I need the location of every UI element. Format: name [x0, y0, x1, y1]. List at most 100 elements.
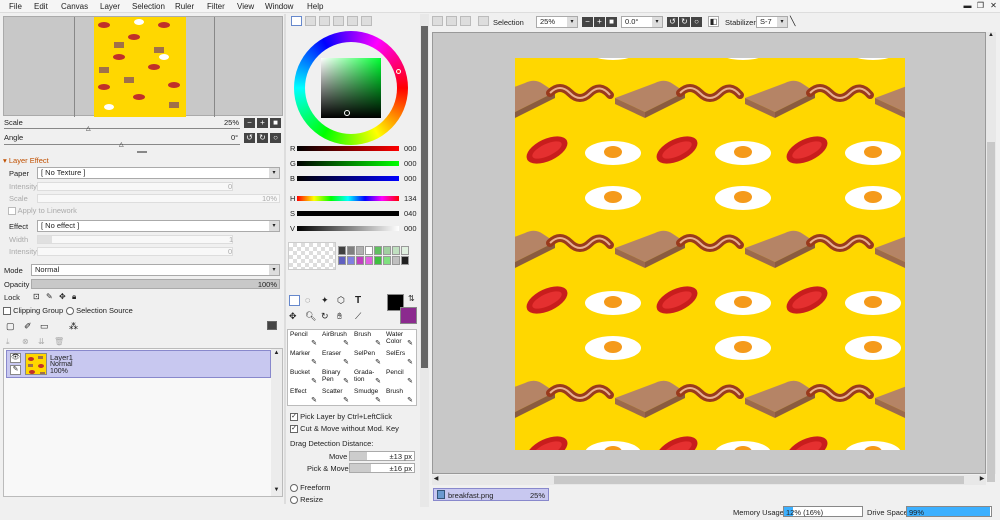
freeform-radio[interactable]: Freeform [290, 483, 331, 493]
tool-brush-button[interactable]: Brush ✎ [384, 387, 416, 406]
rotation-select[interactable]: 0.0° ▾ [621, 16, 663, 28]
color-swatch[interactable] [374, 246, 382, 255]
scroll-down-icon[interactable]: ▼ [272, 487, 281, 495]
layer-row[interactable]: 👁︎ ✎ Layer1 Normal 100% [6, 350, 271, 378]
menu-view[interactable]: View [237, 2, 254, 11]
rotate-right-button[interactable]: ↻ [257, 133, 268, 143]
document-tab[interactable]: breakfast.png 25% [433, 488, 549, 501]
h-slider[interactable] [297, 196, 399, 201]
s-slider[interactable] [297, 211, 399, 216]
color-swatch[interactable] [383, 246, 391, 255]
stabilizer-select[interactable]: S-7 ▾ [756, 16, 788, 28]
tool-binary-pen-button[interactable]: Binary Pen ✎ [320, 368, 352, 387]
pen-icon[interactable]: ✎ [10, 365, 21, 375]
move-tool-icon[interactable]: ✥ [289, 311, 297, 322]
new-layer-icon[interactable]: ▢ [6, 321, 15, 332]
clipping-group-checkbox[interactable]: Clipping Group [3, 306, 63, 316]
tool-marker-button[interactable]: Marker ✎ [288, 349, 320, 368]
hsv-slider-tab-icon[interactable] [319, 16, 330, 26]
new-folder-icon[interactable]: ▭ [40, 321, 49, 332]
color-select-icon[interactable]: ⬡ [337, 295, 345, 306]
toolbar-zoom-in-icon[interactable]: + [594, 17, 605, 27]
new-vector-layer-icon[interactable]: ✐ [24, 321, 32, 332]
color-swatch[interactable] [365, 256, 373, 265]
rgb-slider-tab-icon[interactable] [305, 16, 316, 26]
color-wheel-tab-icon[interactable] [291, 16, 302, 26]
paper-select[interactable]: [ No Texture ] ▾ [37, 167, 280, 179]
r-slider[interactable] [297, 146, 399, 151]
rotate-left-button[interactable]: ↺ [244, 133, 255, 143]
color-swatch[interactable] [401, 246, 409, 255]
tool-grada-tion-button[interactable]: Grada- tion ✎ [352, 368, 384, 387]
zoom-select[interactable]: 25% ▾ [536, 16, 578, 28]
intensity-slider[interactable] [37, 182, 233, 191]
intensity2-slider[interactable] [37, 247, 233, 256]
tool-effect-button[interactable]: Effect ✎ [288, 387, 320, 406]
rect-select-icon[interactable] [289, 295, 300, 306]
canvas-horizontal-scrollbar[interactable]: ◀ ▶ [432, 475, 986, 485]
merge-down-icon[interactable]: ⤓ [6, 337, 10, 347]
select-all-icon[interactable] [432, 16, 443, 26]
toolbar-rotate-right-icon[interactable]: ↻ [679, 17, 690, 27]
tool-smudge-button[interactable]: Smudge ✎ [352, 387, 384, 406]
delete-layer-icon[interactable]: 🗑︎ [54, 337, 64, 346]
scratchpad-tab-icon[interactable] [361, 16, 372, 26]
texture-scale-slider[interactable] [37, 194, 280, 203]
tool-eraser-button[interactable]: Eraser ✎ [320, 349, 352, 368]
canvas-scroll-left-icon[interactable]: ◀ [432, 475, 440, 485]
layer-effect-title[interactable]: ▾ Layer Effect [3, 156, 49, 165]
zoom-tool-icon[interactable]: 🔍︎ [305, 311, 316, 322]
tool-pencil-button[interactable]: Pencil ✎ [288, 330, 320, 349]
maximize-icon[interactable]: ❐ [975, 1, 986, 11]
color-swatch[interactable] [356, 246, 364, 255]
resize-radio[interactable]: Resize [290, 495, 323, 505]
lock-move-icon[interactable]: ✥ [59, 292, 66, 301]
menu-selection[interactable]: Selection [132, 2, 165, 11]
clear-layer-icon[interactable]: ⊗ [22, 337, 29, 346]
layer-settings-icon[interactable]: ⁂ [69, 321, 78, 332]
minimize-icon[interactable]: ▬ [962, 1, 973, 11]
apply-linework-checkbox[interactable]: Apply to Linework [8, 206, 77, 216]
tool-selers-button[interactable]: SelErs ✎ [384, 349, 416, 368]
background-color[interactable] [400, 307, 417, 324]
color-picker-cursor[interactable] [344, 110, 350, 116]
panel-splitter[interactable] [137, 151, 147, 153]
tool-airbrush-button[interactable]: AirBrush ✎ [320, 330, 352, 349]
color-palette-tab-icon[interactable] [347, 16, 358, 26]
text-tool-icon[interactable]: T [355, 295, 361, 306]
swap-colors-icon[interactable]: ⇅ [408, 294, 415, 303]
toolbar-rotate-reset-icon[interactable]: ○ [691, 17, 702, 27]
invert-selection-icon[interactable] [460, 16, 471, 26]
color-swatch[interactable] [347, 246, 355, 255]
pick-layer-checkbox[interactable]: ✓ Pick Layer by Ctrl+LeftClick [290, 412, 392, 422]
layer-list-scrollbar[interactable]: ▲ ▼ [271, 349, 282, 496]
selection-source-checkbox[interactable]: Selection Source [66, 306, 133, 316]
canvas-viewport[interactable] [432, 32, 986, 474]
tool-selpen-button[interactable]: SelPen ✎ [352, 349, 384, 368]
zoom-in-button[interactable]: + [257, 118, 268, 128]
canvas-scroll-right-icon[interactable]: ▶ [978, 475, 986, 485]
menu-filter[interactable]: Filter [207, 2, 225, 11]
tool-panel-scroll-thumb[interactable] [421, 26, 428, 368]
v-slider[interactable] [297, 226, 399, 231]
line-tool-icon[interactable]: ╲ [790, 16, 795, 27]
flip-horizontal-icon[interactable]: ◧ [708, 16, 719, 27]
cut-move-checkbox[interactable]: ✓ Cut & Move without Mod. Key [290, 424, 399, 434]
navigator-preview[interactable] [3, 16, 283, 117]
angle-slider-handle[interactable]: △ [119, 141, 124, 148]
move-distance-slider[interactable]: ±13 px [349, 451, 415, 461]
color-swatch[interactable] [383, 256, 391, 265]
tool-bucket-button[interactable]: Bucket ✎ [288, 368, 320, 387]
effect-select[interactable]: [ No effect ] ▾ [37, 220, 280, 232]
g-slider[interactable] [297, 161, 399, 166]
menu-window[interactable]: Window [265, 2, 293, 11]
pick-move-slider[interactable]: ±16 px [349, 463, 415, 473]
menu-layer[interactable]: Layer [100, 2, 120, 11]
scale-slider[interactable] [4, 128, 240, 129]
scale-slider-handle[interactable]: △ [86, 125, 91, 132]
canvas-image[interactable] [515, 58, 905, 450]
color-swatch[interactable] [401, 256, 409, 265]
lock-all-icon[interactable]: 🔒︎ [72, 292, 76, 302]
zoom-out-button[interactable]: − [244, 118, 255, 128]
lock-transparency-icon[interactable]: ⊡ [33, 292, 40, 301]
